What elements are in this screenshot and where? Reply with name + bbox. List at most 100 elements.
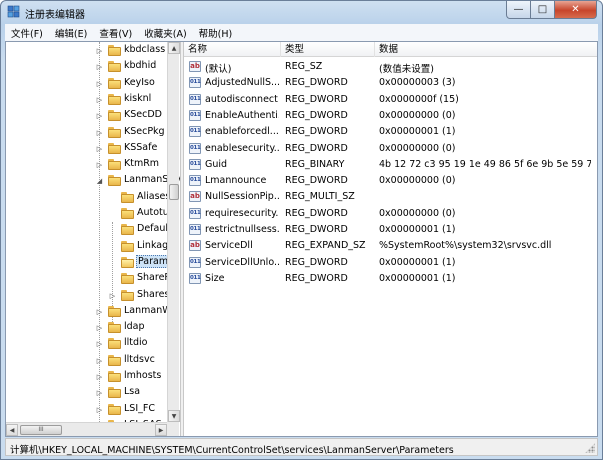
value-type: REG_DWORD bbox=[285, 256, 348, 268]
value-row[interactable]: 011 Guid REG_BINARY 4b 12 72 c3 95 19 1e 49… bbox=[184, 157, 597, 173]
value-row[interactable]: ab ServiceDll REG_EXPAND_SZ %SystemRoot%\sy… bbox=[184, 238, 597, 254]
tree-item-label: LanmanW bbox=[124, 304, 172, 316]
expand-arrow-icon[interactable]: ▷ bbox=[96, 357, 103, 365]
folder-icon bbox=[108, 45, 121, 56]
tree-item[interactable]: ▷ LanmanW bbox=[6, 304, 172, 320]
value-type: REG_BINARY bbox=[285, 158, 345, 170]
value-type: REG_DWORD bbox=[285, 224, 348, 235]
tree-item[interactable]: ▷ ldap bbox=[6, 320, 166, 336]
scroll-right-arrow-icon[interactable]: ▶ bbox=[155, 424, 167, 436]
tree-item[interactable]: ▷ LSI_FC bbox=[6, 402, 166, 418]
registry-tree[interactable]: ▷ kbdclass ▷ kbdhid ▷ KeyIso ▷ kisknl ▷ KSecDD ▷ KS… bbox=[6, 42, 180, 436]
value-name: Size bbox=[205, 272, 225, 284]
expand-arrow-icon[interactable]: ▷ bbox=[96, 63, 103, 71]
expand-arrow-icon[interactable]: ▷ bbox=[96, 340, 103, 348]
scroll-down-arrow-icon[interactable]: ▼ bbox=[168, 410, 180, 422]
expand-arrow-icon[interactable]: ▷ bbox=[96, 161, 103, 169]
folder-icon bbox=[108, 403, 121, 415]
tree-item[interactable]: ◢LanmanServer bbox=[6, 173, 180, 189]
tree-item[interactable]: ▷ kbdclass bbox=[6, 43, 166, 59]
menu-favorites[interactable]: 收藏夹(A) bbox=[138, 26, 192, 40]
menu-view[interactable]: 查看(V) bbox=[93, 26, 138, 40]
tree-item[interactable]: ▷ KtmRm bbox=[6, 157, 166, 173]
binary-value-icon: 011 bbox=[189, 142, 201, 154]
value-row[interactable]: 011 ServiceDllUnlo... REG_DWORD 0x00000001 … bbox=[184, 255, 597, 271]
tree-item[interactable]: ▷ kisknl bbox=[6, 92, 166, 108]
tree-item-label: ldap bbox=[124, 321, 145, 333]
column-header-name[interactable]: 名称 bbox=[184, 42, 281, 57]
tree-item[interactable]: Default bbox=[6, 222, 172, 238]
title-bar[interactable]: 注册表编辑器 — □ ✕ bbox=[1, 1, 602, 23]
tree-item[interactable]: ▷ KSecDD bbox=[6, 108, 166, 124]
tree-item[interactable]: ▷ lltdio bbox=[6, 336, 166, 352]
values-list[interactable]: 名称 类型 数据 ab (默认) REG_SZ (数值未设置) 011 AdjustedN… bbox=[184, 42, 597, 436]
tree-vscroll-thumb[interactable] bbox=[169, 184, 179, 200]
tree-item[interactable]: ▷ kbdhid bbox=[6, 59, 166, 75]
expand-arrow-icon[interactable]: ▷ bbox=[96, 47, 103, 55]
tree-item[interactable]: Aliases bbox=[6, 190, 170, 206]
expand-arrow-icon[interactable]: ▷ bbox=[96, 389, 103, 397]
expand-arrow-icon[interactable]: ▷ bbox=[96, 96, 103, 104]
value-name: Guid bbox=[205, 158, 228, 170]
expand-arrow-icon[interactable]: ▷ bbox=[96, 80, 103, 88]
value-row[interactable]: ab (默认) REG_SZ (数值未设置) bbox=[184, 59, 597, 75]
expand-arrow-icon[interactable]: ▷ bbox=[96, 112, 103, 120]
folder-icon bbox=[108, 338, 121, 350]
value-type: REG_MULTI_SZ bbox=[285, 191, 355, 203]
binary-value-icon: 011 bbox=[189, 126, 201, 138]
collapse-arrow-icon[interactable]: ◢ bbox=[96, 177, 103, 185]
expand-arrow-icon[interactable]: ▷ bbox=[96, 129, 103, 137]
tree-item[interactable]: ▷ KeyIso bbox=[6, 76, 166, 92]
close-button[interactable]: ✕ bbox=[555, 1, 597, 19]
expand-arrow-icon[interactable]: ▷ bbox=[96, 308, 103, 316]
value-name: enablesecurity... bbox=[205, 142, 279, 154]
tree-item[interactable]: Linkage bbox=[6, 239, 174, 255]
tree-item[interactable]: ShareP bbox=[6, 271, 170, 287]
tree-item[interactable]: Param bbox=[6, 254, 171, 271]
tree-item[interactable]: ▷ KSecPkg bbox=[6, 125, 166, 141]
scroll-up-arrow-icon[interactable]: ▲ bbox=[168, 42, 180, 54]
value-row[interactable]: 011 enableforcedl... REG_DWORD 0x00000001 (… bbox=[184, 124, 597, 140]
expand-arrow-icon[interactable]: ▷ bbox=[96, 145, 103, 153]
menu-file[interactable]: 文件(F) bbox=[5, 26, 49, 40]
value-data: 0x00000000 (0) bbox=[379, 207, 456, 219]
value-row[interactable]: 011 AdjustedNullS... REG_DWORD 0x00000003 (… bbox=[184, 75, 597, 91]
resize-grip-icon[interactable] bbox=[585, 443, 595, 453]
expand-arrow-icon[interactable]: ▷ bbox=[96, 373, 103, 381]
minimize-button[interactable]: — bbox=[506, 1, 531, 19]
maximize-button[interactable]: □ bbox=[531, 1, 555, 19]
tree-item[interactable]: ▷ KSSafe bbox=[6, 141, 166, 157]
value-data: 0x00000001 (1) bbox=[379, 272, 456, 284]
value-row[interactable]: 011 Size REG_DWORD 0x00000001 (1) bbox=[184, 271, 597, 287]
column-header-data[interactable]: 数据 bbox=[375, 42, 597, 57]
expand-arrow-icon[interactable]: ▷ bbox=[96, 324, 103, 332]
tree-horizontal-scrollbar[interactable]: ◀ III ▶ bbox=[6, 422, 167, 436]
value-row[interactable]: 011 enablesecurity... REG_DWORD 0x00000000 … bbox=[184, 141, 597, 157]
tree-item[interactable]: Autotu bbox=[6, 206, 169, 222]
value-row[interactable]: 011 autodisconnect REG_DWORD 0x0000000f (15… bbox=[184, 92, 597, 108]
value-type: REG_SZ bbox=[285, 61, 323, 72]
column-header-type[interactable]: 类型 bbox=[281, 42, 375, 57]
regedit-window: 注册表编辑器 — □ ✕ 文件(F) 编辑(E) 查看(V) 收藏夹(A) 帮助… bbox=[0, 0, 603, 460]
tree-item[interactable]: ▷ Lsa bbox=[6, 385, 166, 401]
value-row[interactable]: 011 restrictnullsess... REG_DWORD 0x0000000… bbox=[184, 222, 597, 238]
scroll-left-arrow-icon[interactable]: ◀ bbox=[6, 424, 18, 436]
tree-item[interactable]: ▷ Shares bbox=[6, 288, 169, 304]
value-row[interactable]: 011 requiresecurity... REG_DWORD 0x00000000… bbox=[184, 206, 597, 222]
folder-icon bbox=[108, 61, 121, 73]
value-name: restrictnullsess... bbox=[205, 224, 279, 235]
tree-item[interactable]: ▷ lmhosts bbox=[6, 369, 166, 385]
value-name: AdjustedNullS... bbox=[205, 77, 279, 89]
tree-hscroll-thumb[interactable]: III bbox=[20, 425, 62, 435]
tree-item[interactable]: ▷ lltdsvc bbox=[6, 353, 166, 369]
menu-help[interactable]: 帮助(H) bbox=[193, 26, 239, 40]
value-name: EnableAuthenti... bbox=[205, 109, 279, 121]
expand-arrow-icon[interactable]: ▷ bbox=[96, 406, 103, 414]
tree-item-label: Shares bbox=[137, 288, 170, 300]
menu-edit[interactable]: 编辑(E) bbox=[49, 26, 93, 40]
value-row[interactable]: 011 EnableAuthenti... REG_DWORD 0x00000000 … bbox=[184, 108, 597, 124]
expand-arrow-icon[interactable]: ▷ bbox=[109, 292, 116, 300]
tree-vertical-scrollbar[interactable]: ▲ ▼ bbox=[167, 42, 180, 422]
value-row[interactable]: ab NullSessionPip... REG_MULTI_SZ bbox=[184, 189, 597, 205]
value-row[interactable]: 011 Lmannounce REG_DWORD 0x00000000 (0) bbox=[184, 173, 597, 189]
